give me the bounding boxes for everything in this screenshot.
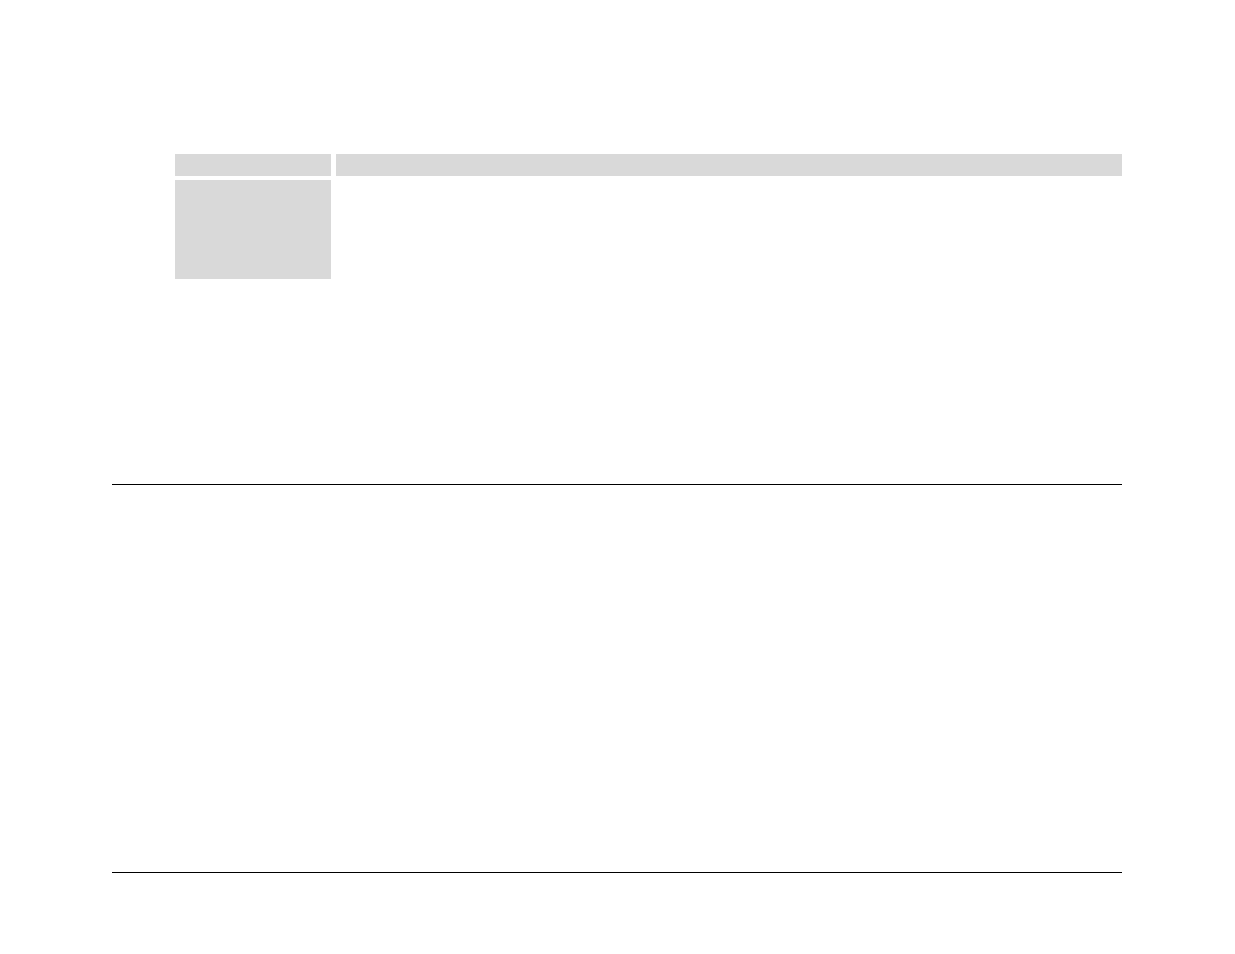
horizontal-divider xyxy=(112,484,1122,485)
top-bar-row xyxy=(175,154,1122,176)
horizontal-divider xyxy=(112,872,1122,873)
placeholder-block xyxy=(175,180,331,279)
placeholder-bar-large xyxy=(336,154,1122,176)
placeholder-bar-small xyxy=(175,154,331,176)
